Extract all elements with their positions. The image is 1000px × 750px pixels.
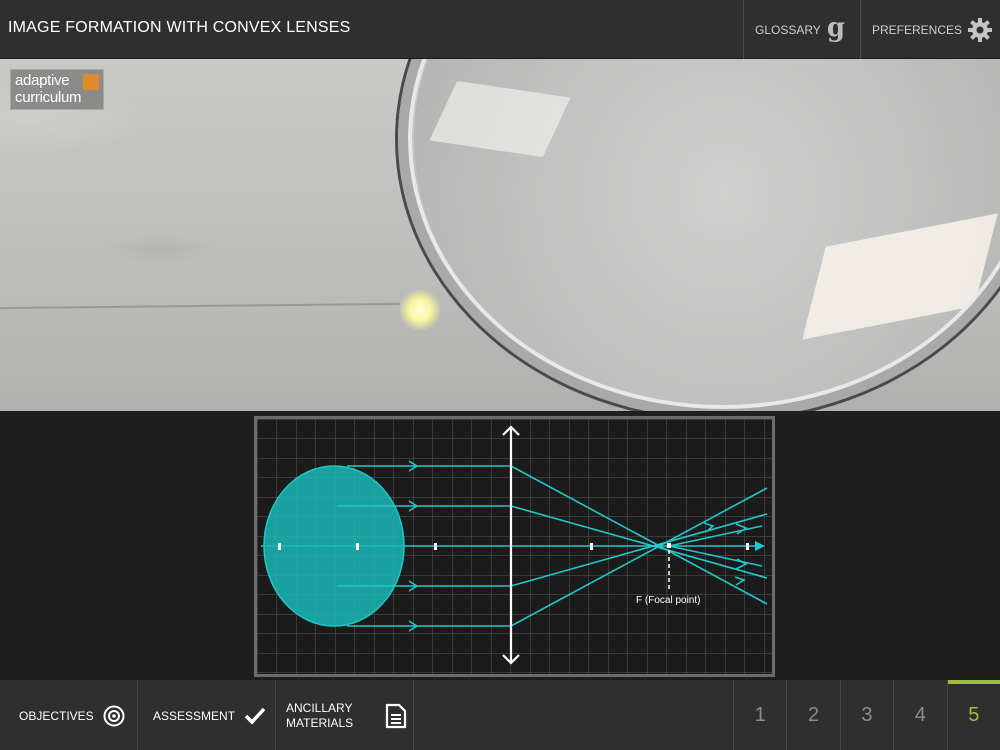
page-button-4[interactable]: 4 — [893, 680, 946, 750]
objectives-label: OBJECTIVES — [19, 708, 94, 723]
gear-icon — [968, 17, 993, 42]
glossary-button[interactable]: GLOSSARY g — [743, 0, 860, 59]
diagram-band: F (Focal point) — [0, 411, 1000, 679]
logo-text: curriculum — [15, 89, 82, 106]
objectives-button[interactable]: OBJECTIVES — [0, 680, 138, 750]
table-crack — [0, 302, 400, 310]
lens-scene[interactable]: adaptive curriculum — [0, 59, 1000, 411]
bottom-bar: OBJECTIVES ASSESSMENT ANCILLARY MATERIAL… — [0, 679, 1000, 750]
top-bar: IMAGE FORMATION WITH CONVEX LENSES GLOSS… — [0, 0, 1000, 59]
convex-lens-rim — [398, 59, 1000, 411]
light-source[interactable] — [399, 289, 441, 331]
ancillary-materials-button[interactable]: ANCILLARY MATERIALS — [276, 680, 414, 750]
target-icon — [103, 705, 125, 726]
page-button-1[interactable]: 1 — [733, 680, 786, 750]
assessment-button[interactable]: ASSESSMENT — [138, 680, 276, 750]
document-icon — [385, 703, 407, 728]
brand-logo: adaptive curriculum — [10, 69, 104, 110]
assessment-label: ASSESSMENT — [153, 708, 236, 723]
ancillary-label: ANCILLARY MATERIALS — [286, 700, 354, 730]
focal-point-label: F (Focal point) — [636, 595, 700, 606]
checkmark-icon — [244, 707, 266, 725]
object-ellipse[interactable] — [263, 465, 405, 627]
glossary-label: GLOSSARY — [755, 22, 821, 37]
page-button-5[interactable]: 5 — [946, 680, 1000, 750]
page-button-3[interactable]: 3 — [839, 680, 893, 750]
page-navigation: 1 2 3 4 5 — [733, 680, 1000, 750]
glossary-icon: g — [826, 12, 845, 43]
page-title: IMAGE FORMATION WITH CONVEX LENSES — [8, 19, 351, 36]
logo-icon — [83, 74, 99, 90]
page-button-2[interactable]: 2 — [786, 680, 839, 750]
ray-diagram: F (Focal point) — [254, 416, 775, 677]
preferences-label: PREFERENCES — [872, 22, 963, 37]
preferences-button[interactable]: PREFERENCES — [860, 0, 1000, 59]
